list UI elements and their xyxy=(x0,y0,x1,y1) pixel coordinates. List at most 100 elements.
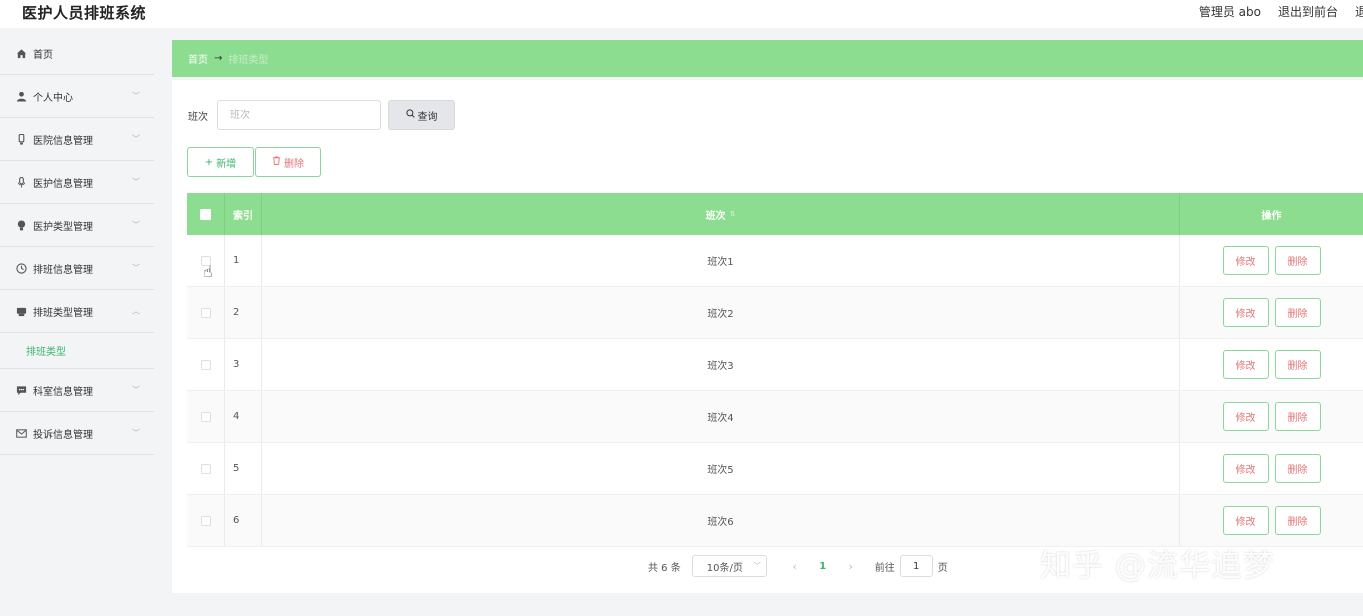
add-button[interactable]: + 新增 xyxy=(187,147,254,177)
header-cell-index: 索引 xyxy=(225,193,262,235)
header-cell-name[interactable]: 班次 ⇅ xyxy=(262,193,1180,235)
query-button-label: 查询 xyxy=(417,111,438,123)
sidebar-item-label: 医院信息管理 xyxy=(33,135,93,147)
chevron-down-icon: ﹀ xyxy=(132,385,140,395)
mic-icon xyxy=(15,176,27,188)
sidebar-item-label: 排班类型管理 xyxy=(33,307,93,319)
delete-button[interactable]: 删除 xyxy=(1274,454,1321,483)
search-input[interactable] xyxy=(217,100,381,130)
chevron-down-icon: ﹀ xyxy=(753,562,761,570)
delete-button[interactable]: 删除 xyxy=(1274,350,1321,379)
sidebar-item-label: 首页 xyxy=(33,49,53,61)
select-all-checkbox[interactable] xyxy=(200,208,211,220)
page-number-current[interactable]: 1 xyxy=(806,561,840,572)
sidebar-item-hospital[interactable]: 医院信息管理 ﹀ xyxy=(0,118,154,161)
next-page-icon[interactable]: › xyxy=(840,560,862,573)
sidebar-item-label: 个人中心 xyxy=(33,92,73,104)
edit-button[interactable]: 修改 xyxy=(1222,350,1269,379)
row-index: 4 xyxy=(225,391,262,442)
sort-icon[interactable]: ⇅ xyxy=(730,210,736,218)
table-row: 5 班次5 修改 删除 xyxy=(187,443,1363,495)
table-row: 1 班次1 修改 删除 xyxy=(187,235,1363,287)
prev-page-icon[interactable]: ‹ xyxy=(784,560,806,573)
row-checkbox[interactable] xyxy=(200,463,211,474)
edit-button[interactable]: 修改 xyxy=(1222,298,1269,327)
sidebar-item-personal[interactable]: 个人中心 ﹀ xyxy=(0,75,154,118)
delete-button[interactable]: 删除 xyxy=(1274,246,1321,275)
table-row: 3 班次3 修改 删除 xyxy=(187,339,1363,391)
chevron-down-icon: ﹀ xyxy=(132,91,140,101)
edit-button[interactable]: 修改 xyxy=(1222,402,1269,431)
goto-label: 前往 xyxy=(874,562,895,574)
mail-icon xyxy=(15,427,27,439)
page-size-value: 10条/页 xyxy=(706,562,743,574)
schedule-type-table: 索引 班次 ⇅ 操作 1 班次1 修改 删除 2 班次2 修改 删除 3 班次3… xyxy=(187,193,1363,547)
sidebar-item-department[interactable]: 科室信息管理 ﹀ xyxy=(0,369,154,412)
header-cell-select xyxy=(187,193,225,235)
top-bar: 医护人员排班系统 管理员 abo 退出到前台 退 xyxy=(0,0,1363,28)
row-name: 班次4 xyxy=(262,391,1180,442)
app-title: 医护人员排班系统 xyxy=(22,4,147,22)
sidebar-item-schedule[interactable]: 排班信息管理 ﹀ xyxy=(0,247,154,290)
chevron-down-icon: ﹀ xyxy=(132,263,140,273)
sidebar-item-complaint[interactable]: 投诉信息管理 ﹀ xyxy=(0,412,154,455)
sidebar-item-label: 科室信息管理 xyxy=(33,386,93,398)
breadcrumb-home[interactable]: 首页 xyxy=(188,51,208,66)
clock-icon xyxy=(15,262,27,274)
sidebar-item-home[interactable]: 首页 xyxy=(0,32,154,75)
sidebar-subitem-schedule-type[interactable]: 排班类型 xyxy=(0,333,154,369)
batch-delete-label: 删除 xyxy=(284,158,304,170)
row-actions: 修改 删除 xyxy=(1180,287,1363,338)
edit-button[interactable]: 修改 xyxy=(1222,454,1269,483)
row-index: 1 xyxy=(225,235,262,286)
watermark: 知乎 @流华追梦 xyxy=(1040,548,1275,584)
query-button[interactable]: 查询 xyxy=(388,100,455,130)
sidebar-item-staff-type[interactable]: 医护类型管理 ﹀ xyxy=(0,204,154,247)
goto-page-input[interactable] xyxy=(899,555,933,577)
row-actions: 修改 删除 xyxy=(1180,495,1363,546)
home-icon xyxy=(15,47,27,59)
row-checkbox[interactable] xyxy=(200,515,211,526)
sidebar-item-label: 投诉信息管理 xyxy=(33,429,93,441)
sidebar-item-staff[interactable]: 医护信息管理 ﹀ xyxy=(0,161,154,204)
delete-button[interactable]: 删除 xyxy=(1274,298,1321,327)
sidebar-item-label: 医护信息管理 xyxy=(33,178,93,190)
row-name: 班次3 xyxy=(262,339,1180,390)
row-select-cell xyxy=(187,287,225,338)
hand-cursor-icon: ☝ xyxy=(203,262,213,281)
row-name: 班次6 xyxy=(262,495,1180,546)
batch-delete-button[interactable]: 删除 xyxy=(255,147,321,177)
breadcrumb-current: 排班类型 xyxy=(228,55,269,66)
logout-link[interactable]: 退 xyxy=(1355,3,1363,20)
delete-button[interactable]: 删除 xyxy=(1274,506,1321,535)
page-size-select[interactable]: 10条/页 ﹀ xyxy=(691,555,767,577)
sidebar-item-schedule-type[interactable]: 排班类型管理 ︿ xyxy=(0,290,154,333)
table-row: 2 班次2 修改 删除 xyxy=(187,287,1363,339)
pagination: 共 6 条 10条/页 ﹀ ‹ 1 › 前往 页 xyxy=(648,555,948,577)
row-actions: 修改 删除 xyxy=(1180,339,1363,390)
pagination-total: 共 6 条 xyxy=(648,562,681,574)
top-links: 管理员 abo 退出到前台 退 xyxy=(1199,3,1363,20)
breadcrumb-arrow: → xyxy=(214,53,223,64)
front-link[interactable]: 退出到前台 xyxy=(1278,3,1338,20)
search-icon xyxy=(405,109,415,121)
search-label: 班次 xyxy=(188,112,208,123)
header-cell-op: 操作 xyxy=(1261,210,1282,222)
add-button-label: 新增 xyxy=(216,158,237,170)
table-row: 4 班次4 修改 删除 xyxy=(187,391,1363,443)
edit-button[interactable]: 修改 xyxy=(1222,246,1269,275)
row-checkbox[interactable] xyxy=(200,307,211,318)
sidebar: 首页 个人中心 ﹀ 医院信息管理 ﹀ 医护信息管理 ﹀ 医护类型管理 ﹀ 排班信… xyxy=(0,32,154,616)
row-actions: 修改 删除 xyxy=(1180,443,1363,494)
row-checkbox[interactable] xyxy=(200,359,211,370)
delete-button[interactable]: 删除 xyxy=(1274,402,1321,431)
row-actions: 修改 删除 xyxy=(1180,235,1363,286)
table-header: 索引 班次 ⇅ 操作 xyxy=(187,193,1363,235)
user-menu[interactable]: 管理员 abo xyxy=(1199,3,1261,20)
edit-button[interactable]: 修改 xyxy=(1222,506,1269,535)
chat-icon xyxy=(15,384,27,396)
chevron-up-icon: ︿ xyxy=(132,306,140,316)
row-select-cell xyxy=(187,443,225,494)
row-name: 班次1 xyxy=(262,235,1180,286)
row-checkbox[interactable] xyxy=(200,411,211,422)
